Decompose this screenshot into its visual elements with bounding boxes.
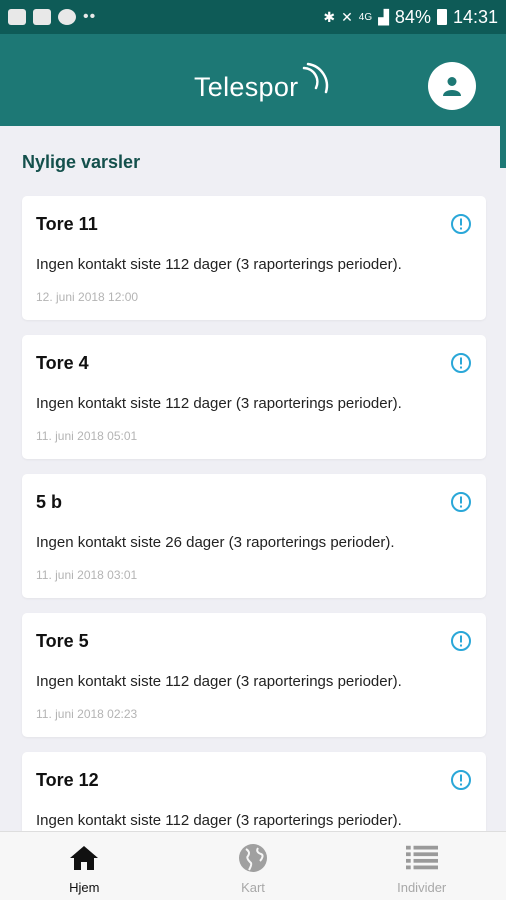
- globe-icon: [239, 844, 267, 872]
- alert-name: 5 b: [36, 492, 63, 512]
- section-title: Nylige varsler: [22, 152, 141, 172]
- alert-message: Ingen kontakt siste 112 dager (3 raporte…: [36, 395, 402, 412]
- mute-icon: ✕: [341, 8, 353, 25]
- alert-info-icon: [451, 492, 471, 512]
- app-logo-text: Telespor: [194, 72, 299, 102]
- alert-date: 12. juni 2018 12:00: [36, 290, 139, 304]
- checkmark-notification-icon: [8, 9, 26, 25]
- system-icons: ✱ ✕ 4G ▟ 84% 14:31: [323, 7, 498, 28]
- mail-notification-icon: [33, 9, 51, 25]
- alert-info-icon: [451, 631, 471, 651]
- alert-card[interactable]: 5 b Ingen kontakt siste 26 dager (3 rapo…: [22, 474, 486, 598]
- alert-message: Ingen kontakt siste 112 dager (3 raporte…: [36, 673, 402, 690]
- status-bar: •• ✱ ✕ 4G ▟ 84% 14:31: [0, 0, 506, 34]
- alert-list: Tore 11 Ingen kontakt siste 112 dager (3…: [22, 196, 486, 891]
- home-icon: [70, 846, 99, 870]
- nav-item-individer[interactable]: Individer: [337, 832, 506, 900]
- alert-card[interactable]: Tore 5 Ingen kontakt siste 112 dager (3 …: [22, 613, 486, 737]
- signal-icon: ▟: [378, 8, 389, 25]
- battery-icon: [436, 9, 447, 25]
- alert-card[interactable]: Tore 4 Ingen kontakt siste 112 dager (3 …: [22, 335, 486, 459]
- alert-date: 11. juni 2018 02:23: [36, 707, 138, 721]
- alert-card[interactable]: Tore 11 Ingen kontakt siste 112 dager (3…: [22, 196, 486, 320]
- alert-message: Ingen kontakt siste 112 dager (3 raporte…: [36, 812, 402, 829]
- app-header: Telespor: [0, 34, 506, 126]
- alert-info-icon: [451, 214, 471, 234]
- side-drawer-handle[interactable]: [500, 108, 506, 168]
- nav-item-kart[interactable]: Kart: [169, 832, 338, 900]
- notification-icons: ••: [8, 8, 96, 26]
- signal-waves-icon: [302, 62, 329, 94]
- profile-button[interactable]: [428, 62, 476, 110]
- more-notifications-icon: ••: [83, 8, 97, 25]
- clock: 14:31: [452, 6, 498, 27]
- bottom-navigation: Hjem Kart Individer: [0, 831, 506, 900]
- alert-message: Ingen kontakt siste 26 dager (3 raporter…: [36, 534, 395, 551]
- alert-date: 11. juni 2018 05:01: [36, 429, 138, 443]
- alert-name: Tore 4: [36, 353, 89, 373]
- nav-item-hjem[interactable]: Hjem: [0, 832, 169, 900]
- nav-label: Individer: [397, 880, 447, 895]
- nav-label: Hjem: [69, 880, 100, 895]
- alert-name: Tore 11: [36, 214, 98, 234]
- alert-info-icon: [451, 770, 471, 790]
- alert-name: Tore 5: [36, 631, 89, 651]
- nav-label: Kart: [241, 880, 265, 895]
- battery-percent: 84%: [394, 6, 431, 27]
- smiley-notification-icon: [58, 9, 76, 25]
- alert-date: 11. juni 2018 03:01: [36, 568, 138, 582]
- user-icon: [443, 77, 461, 96]
- network-type: 4G: [358, 11, 373, 23]
- bluetooth-icon: ✱: [323, 8, 336, 25]
- alert-info-icon: [451, 353, 471, 373]
- alert-message: Ingen kontakt siste 112 dager (3 raporte…: [36, 256, 402, 273]
- list-icon: [405, 845, 438, 870]
- alert-name: Tore 12: [36, 770, 99, 790]
